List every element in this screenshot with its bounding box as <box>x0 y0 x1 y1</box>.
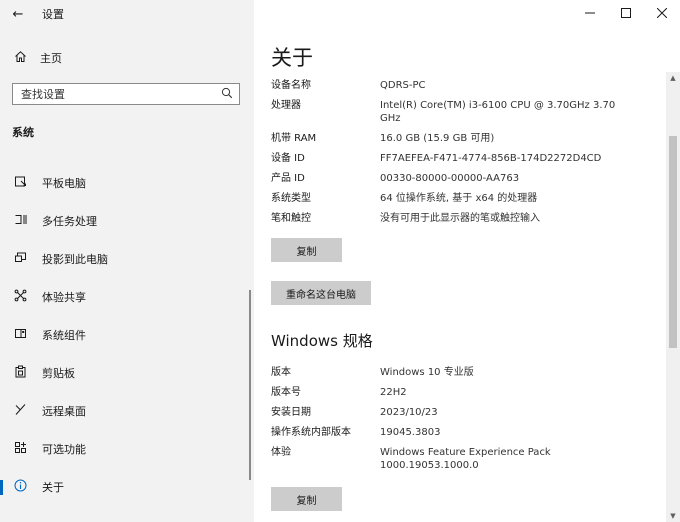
sidebar-item-home-label: 主页 <box>40 52 62 65</box>
sidebar-item-optional-features[interactable]: 可选功能 <box>0 430 254 468</box>
sidebar-item-project[interactable]: 投影到此电脑 <box>0 240 254 278</box>
sidebar-item-remote-desktop[interactable]: 远程桌面 <box>0 392 254 430</box>
info-icon <box>12 479 28 495</box>
window-controls <box>572 0 680 28</box>
sidebar-scrollbar[interactable] <box>249 290 251 480</box>
back-arrow-icon: ← <box>12 6 24 22</box>
sidebar-item-about[interactable]: 关于 <box>0 468 254 506</box>
spec-row-device-id: 设备 ID FF7AEFEA-F471-4774-856B-174D2272D4… <box>271 152 651 165</box>
spec-key: 系统类型 <box>271 193 311 204</box>
project-icon <box>12 251 28 267</box>
sidebar: ← 设置 主页 系统 平板电脑 多任务处理 <box>0 0 254 522</box>
search-input[interactable] <box>21 87 211 101</box>
optional-features-icon <box>12 441 28 457</box>
spec-value: 16.0 GB (15.9 GB 可用) <box>380 133 495 144</box>
sidebar-item-clipboard[interactable]: 剪贴板 <box>0 354 254 392</box>
close-button[interactable] <box>644 0 680 28</box>
spec-key: 设备名称 <box>271 80 311 91</box>
back-button[interactable]: ← <box>0 0 36 28</box>
spec-key: 产品 ID <box>271 173 305 184</box>
sidebar-item-label: 多任务处理 <box>42 215 97 228</box>
spec-value: Intel(R) Core(TM) i3-6100 CPU @ 3.70GHz … <box>380 100 616 124</box>
spec-row-os-build: 操作系统内部版本 19045.3803 <box>271 426 651 439</box>
copy-device-specs-button[interactable]: 复制 <box>271 238 342 262</box>
minimize-button[interactable] <box>572 0 608 28</box>
windows-specs: 版本 Windows 10 专业版 版本号 22H2 安装日期 2023/10/… <box>271 366 651 472</box>
sidebar-item-label: 平板电脑 <box>42 177 86 190</box>
spec-value: 19045.3803 <box>380 427 441 438</box>
close-icon <box>656 7 668 21</box>
section-title-system: 系统 <box>12 126 34 139</box>
multitask-icon <box>12 213 28 229</box>
spec-value: 没有可用于此显示器的笔或触控输入 <box>380 213 540 224</box>
spec-value: 64 位操作系统, 基于 x64 的处理器 <box>380 193 538 204</box>
spec-key: 安装日期 <box>271 407 311 418</box>
spec-value: Windows Feature Experience Pack 1000.190… <box>380 447 551 471</box>
sidebar-item-label: 剪贴板 <box>42 367 75 380</box>
windows-specs-title: Windows 规格 <box>271 332 373 350</box>
spec-row-pen-touch: 笔和触控 没有可用于此显示器的笔或触控输入 <box>271 212 651 225</box>
sidebar-item-multitask[interactable]: 多任务处理 <box>0 202 254 240</box>
spec-key: 版本 <box>271 367 291 378</box>
sidebar-item-label: 体验共享 <box>42 291 86 304</box>
scroll-up-icon[interactable]: ▲ <box>666 74 680 82</box>
spec-row-install-date: 安装日期 2023/10/23 <box>271 406 651 419</box>
sidebar-item-label: 远程桌面 <box>42 405 86 418</box>
shared-experience-icon <box>12 289 28 305</box>
device-specs: 设备名称 QDRS-PC 处理器 Intel(R) Core(TM) i3-61… <box>271 79 651 225</box>
content-pane: 关于 设备名称 QDRS-PC 处理器 Intel(R) Core(TM) i3… <box>254 0 680 522</box>
spec-value: 00330-80000-00000-AA763 <box>380 173 520 184</box>
spec-key: 处理器 <box>271 100 301 111</box>
spec-value: 22H2 <box>380 387 407 398</box>
spec-value: QDRS-PC <box>380 80 426 91</box>
spec-value: Windows 10 专业版 <box>380 367 474 378</box>
spec-key: 版本号 <box>271 387 301 398</box>
spec-value: FF7AEFEA-F471-4774-856B-174D2272D4CD <box>380 153 602 164</box>
spec-row-processor: 处理器 Intel(R) Core(TM) i3-6100 CPU @ 3.70… <box>271 99 651 125</box>
scroll-down-icon[interactable]: ▼ <box>666 512 680 520</box>
minimize-icon <box>585 7 595 21</box>
sidebar-item-label: 投影到此电脑 <box>42 253 108 266</box>
maximize-button[interactable] <box>608 0 644 28</box>
sidebar-item-tablet[interactable]: 平板电脑 <box>0 164 254 202</box>
spec-key: 笔和触控 <box>271 213 311 224</box>
spec-row-version: 版本号 22H2 <box>271 386 651 399</box>
spec-row-system-type: 系统类型 64 位操作系统, 基于 x64 的处理器 <box>271 192 651 205</box>
spec-value: 2023/10/23 <box>380 407 438 418</box>
spec-row-experience: 体验 Windows Feature Experience Pack 1000.… <box>271 446 651 472</box>
rename-pc-button[interactable]: 重命名这台电脑 <box>271 281 371 305</box>
spec-key: 设备 ID <box>271 153 305 164</box>
titlebar: ← 设置 <box>0 0 254 28</box>
clipboard-icon <box>12 365 28 381</box>
search-icon[interactable] <box>221 87 233 102</box>
sidebar-nav: 平板电脑 多任务处理 投影到此电脑 体验共享 系统组件 剪贴板 远程桌面 可选功… <box>0 164 254 506</box>
sidebar-item-home[interactable]: 主页 <box>0 46 254 70</box>
spec-key: 操作系统内部版本 <box>271 427 351 438</box>
spec-row-ram: 机带 RAM 16.0 GB (15.9 GB 可用) <box>271 132 651 145</box>
remote-desktop-icon <box>12 403 28 419</box>
spec-row-product-id: 产品 ID 00330-80000-00000-AA763 <box>271 172 651 185</box>
scrollbar-thumb[interactable] <box>669 136 677 348</box>
sidebar-item-label: 可选功能 <box>42 443 86 456</box>
page-title: 关于 <box>271 46 313 70</box>
components-icon <box>12 327 28 343</box>
tablet-icon <box>12 175 28 191</box>
maximize-icon <box>621 7 631 21</box>
spec-key: 机带 RAM <box>271 133 317 144</box>
content-scrollbar[interactable]: ▲ ▼ <box>666 72 680 522</box>
spec-key: 体验 <box>271 447 291 458</box>
sidebar-item-components[interactable]: 系统组件 <box>0 316 254 354</box>
sidebar-item-label: 关于 <box>42 481 64 494</box>
sidebar-item-shared-experience[interactable]: 体验共享 <box>0 278 254 316</box>
app-title: 设置 <box>42 8 64 21</box>
copy-windows-specs-button[interactable]: 复制 <box>271 487 342 511</box>
search-box[interactable] <box>12 83 240 105</box>
home-icon <box>12 50 28 67</box>
sidebar-item-label: 系统组件 <box>42 329 86 342</box>
spec-row-edition: 版本 Windows 10 专业版 <box>271 366 651 379</box>
spec-row-device-name: 设备名称 QDRS-PC <box>271 79 651 92</box>
